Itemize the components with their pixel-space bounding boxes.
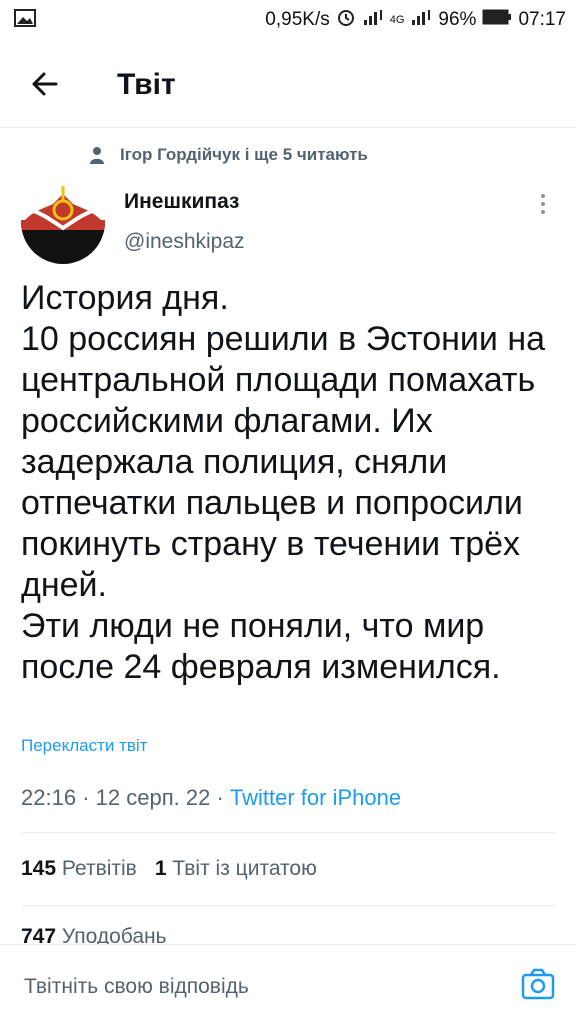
quotes-label: Твіт із цитатою	[172, 857, 317, 880]
tweet-meta: 22:16 · 12 серп. 22 · Twitter for iPhone	[21, 785, 401, 811]
clock: 07:17	[518, 9, 566, 30]
status-bar: 0,95K/s 4G 96% 07:17	[0, 0, 576, 38]
more-options-button[interactable]	[536, 192, 550, 216]
separator: ·	[82, 785, 96, 810]
battery-percent: 96%	[438, 9, 477, 30]
signal-icon	[362, 8, 384, 32]
page-title: Твіт	[117, 68, 176, 101]
author-handle[interactable]: @ineshkipaz	[124, 230, 245, 254]
translate-tweet-link[interactable]: Перекласти твіт	[21, 736, 147, 756]
likes-stat[interactable]: 747 Уподобань	[21, 925, 167, 945]
reply-input[interactable]: Твітніть свою відповідь	[24, 975, 249, 999]
camera-icon	[521, 968, 555, 1000]
gallery-icon	[14, 9, 36, 33]
quotes-stat[interactable]: 1 Твіт із цитатою	[155, 857, 317, 881]
author-name[interactable]: Инешкипаз	[124, 190, 239, 214]
divider	[21, 832, 556, 833]
tweet-stats: 145 Ретвітів 1 Твіт із цитатою	[21, 857, 317, 881]
tweet-date: 12 серп. 22	[95, 785, 211, 810]
alarm-icon	[336, 7, 356, 33]
tweet-text: История дня. 10 россиян решили в Эстонии…	[21, 279, 546, 686]
social-context[interactable]: Ігор Гордійчук і ще 5 читають	[90, 145, 368, 165]
battery-icon	[482, 9, 512, 31]
more-vertical-icon	[541, 194, 545, 214]
social-context-text: Ігор Гордійчук і ще 5 читають	[120, 145, 368, 164]
tweet-time: 22:16	[21, 785, 77, 810]
top-app-bar: Твіт	[0, 38, 576, 128]
avatar[interactable]	[21, 180, 105, 264]
back-button[interactable]	[26, 66, 66, 102]
divider	[21, 905, 556, 906]
retweets-count: 145	[21, 857, 57, 880]
separator: ·	[216, 785, 230, 810]
reply-bar: Твітніть свою відповідь	[0, 944, 576, 1025]
divider	[0, 127, 576, 128]
retweets-label: Ретвітів	[61, 857, 137, 880]
signal-icon-2	[410, 8, 432, 32]
arrow-left-icon	[32, 72, 58, 96]
network-type: 4G	[389, 14, 405, 26]
likes-count: 747	[21, 925, 57, 945]
likes-label: Уподобань	[61, 925, 167, 945]
retweets-stat[interactable]: 145 Ретвітів	[21, 857, 137, 881]
network-speed: 0,95K/s	[265, 9, 330, 30]
tweet-source-link[interactable]: Twitter for iPhone	[230, 785, 401, 810]
quotes-count: 1	[154, 857, 167, 880]
camera-button[interactable]	[520, 967, 556, 1001]
person-icon	[90, 147, 104, 164]
